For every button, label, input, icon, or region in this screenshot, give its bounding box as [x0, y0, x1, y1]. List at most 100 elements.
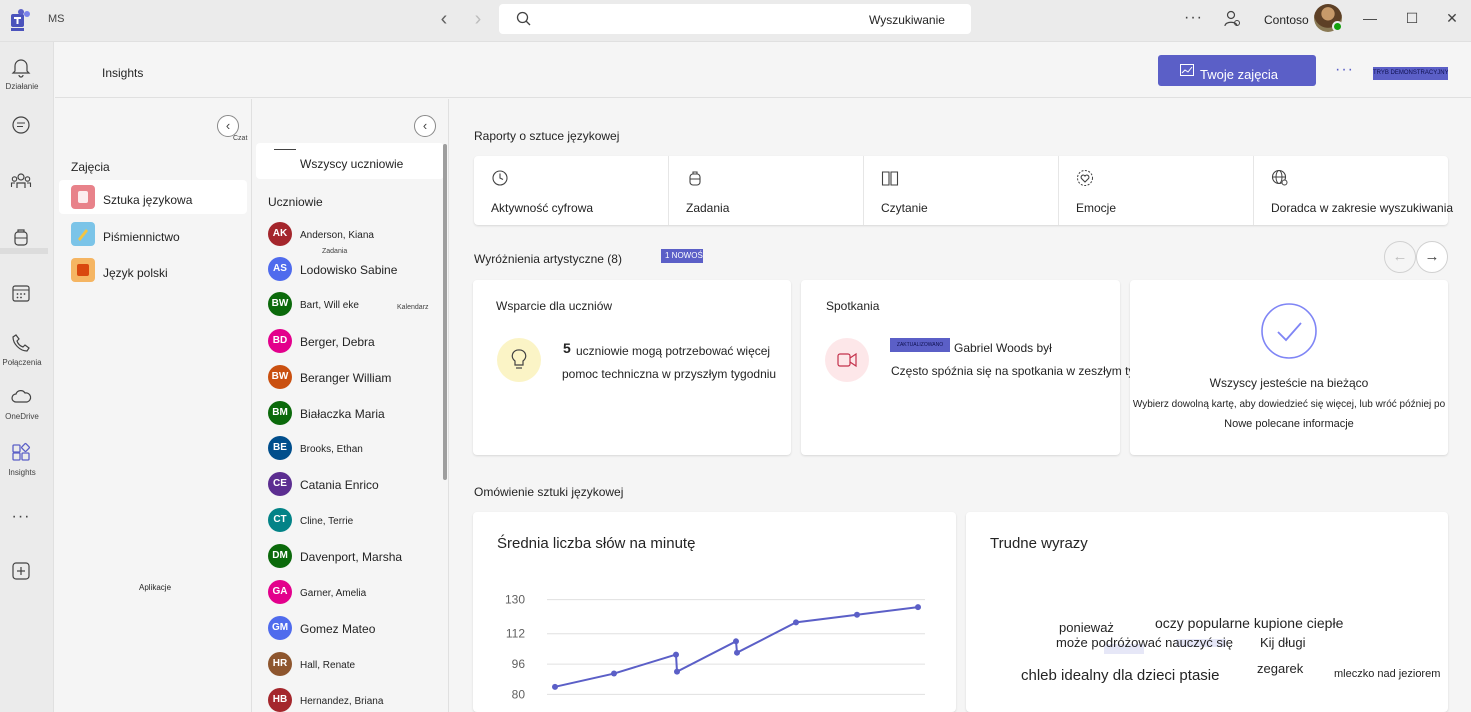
report-reading[interactable]: Czytanie [864, 156, 1059, 225]
search-input[interactable]: Wyszukiwanie [499, 4, 971, 34]
rail-item-teams[interactable] [0, 162, 54, 214]
next-page-button[interactable]: → [1416, 241, 1448, 273]
card-title: Spotkania [826, 299, 880, 313]
your-classes-label: Twoje zajęcia [1200, 67, 1279, 82]
collapse-classes-button[interactable]: ‹ [217, 115, 239, 137]
avatar: AS [268, 257, 292, 281]
student-list-item[interactable]: HR Hall, Renate [268, 652, 443, 682]
data-point[interactable] [673, 651, 679, 658]
class-icon [71, 222, 95, 246]
report-label: Zadania [686, 201, 730, 215]
data-point[interactable] [793, 619, 799, 626]
y-tick-label: 80 [512, 687, 526, 701]
calendar-icon [12, 285, 30, 302]
more-options-icon[interactable]: ··· [1335, 61, 1354, 79]
student-list-item[interactable]: BD Berger, Debra [268, 329, 443, 359]
caught-up-title: Wszyscy jesteście na bieżąco [1209, 376, 1369, 390]
student-list-item[interactable]: DM Davenport, Marsha [268, 544, 443, 574]
data-point[interactable] [611, 670, 617, 677]
student-list-item[interactable]: AK Anderson, Kiana [268, 222, 443, 252]
student-list-item[interactable]: CE Catania Enrico [268, 472, 443, 502]
people-icon[interactable] [1222, 9, 1242, 29]
lightbulb-icon [497, 338, 541, 382]
avatar: GM [268, 616, 292, 640]
teams-logo-icon [11, 9, 30, 31]
student-support-card[interactable]: Wsparcie dla uczniów 5 uczniowie mogą po… [473, 280, 791, 455]
difficult-word: chleb idealny dla dzieci ptasie [1021, 667, 1220, 684]
rail-item-onedrive[interactable]: OneDrive [0, 378, 54, 430]
class-item-polish[interactable]: Język polski [59, 253, 247, 287]
avatar: BD [268, 329, 292, 353]
clock-icon [492, 170, 508, 186]
y-tick-label: 96 [512, 657, 526, 671]
maximize-icon[interactable]: ☐ [1404, 10, 1420, 26]
more-options-icon[interactable]: ··· [1184, 9, 1203, 27]
student-list-item[interactable]: HB Hernandez, Briana [268, 688, 443, 712]
your-classes-button[interactable]: Twoje zajęcia [1158, 55, 1316, 86]
student-list-item[interactable]: GA Garner, Amelia [268, 580, 443, 610]
report-search-coach[interactable]: Doradca w zakresie wyszukiwania [1254, 156, 1453, 225]
meetings-line-2: Często spóźnia się na spotkania w zeszły… [891, 364, 1171, 378]
rail-item-assignments[interactable] [0, 218, 54, 270]
forward-arrow-icon[interactable]: › [466, 8, 490, 32]
previous-page-button[interactable]: ← [1384, 241, 1416, 273]
class-item-language-arts[interactable]: Sztuka językowa [59, 180, 247, 214]
data-point[interactable] [854, 611, 860, 618]
class-item-writing[interactable]: Piśmiennictwo [59, 217, 247, 251]
student-list-item[interactable]: BW Beranger William [268, 365, 443, 395]
student-name: Garner, Amelia [300, 588, 367, 599]
calendar-tooltip: Kalendarz [397, 304, 429, 311]
video-icon [825, 338, 869, 382]
data-point[interactable] [915, 604, 921, 611]
card-title: Trudne wyrazy [990, 535, 1088, 552]
updated-badge: ZAKTUALIZOWANO [890, 338, 950, 352]
support-count: 5 [563, 340, 571, 356]
student-list-item[interactable]: CT Cline, Terrie [268, 508, 443, 538]
report-emotions[interactable]: Emocje [1059, 156, 1254, 225]
data-point[interactable] [733, 638, 739, 645]
data-point[interactable] [674, 668, 680, 675]
avatar: BW [268, 292, 292, 316]
collapse-students-button[interactable]: ‹ [414, 115, 436, 137]
rail-item-calendar[interactable] [0, 274, 54, 326]
student-name: Beranger William [300, 371, 392, 385]
meetings-card[interactable]: Spotkania ZAKTUALIZOWANO Gabriel Woods b… [801, 280, 1170, 455]
bell-icon [11, 59, 31, 78]
data-point[interactable] [552, 683, 558, 690]
words-per-minute-card[interactable]: Średnia liczba słów na minutę 80 96 112 130 [473, 512, 956, 712]
insights-icon [12, 443, 30, 461]
phone-icon [12, 334, 30, 352]
close-icon[interactable]: ✕ [1444, 10, 1460, 26]
student-list-item[interactable]: BE Brooks, Ethan [268, 436, 443, 466]
all-students-item[interactable]: Wszyscy uczniowie [256, 143, 444, 179]
rail-item-more[interactable]: ··· [0, 502, 54, 554]
new-badge: 1 NOWOŚĆ [661, 249, 703, 263]
student-list-item[interactable]: GM Gomez Mateo [268, 616, 443, 646]
student-name: Lodowisko Sabine [300, 263, 398, 277]
report-label: Emocje [1076, 201, 1117, 215]
words-per-minute-chart: 80 96 112 130 [505, 593, 925, 701]
apps-tooltip: Aplikacje [139, 583, 172, 592]
minimize-icon[interactable]: — [1362, 10, 1378, 26]
report-digital-activity[interactable]: Aktywność cyfrowa [474, 156, 669, 225]
rail-item-apps[interactable] [0, 552, 54, 604]
support-line-2: pomoc techniczna w przyszłym tygodniu [562, 367, 777, 381]
student-list-item[interactable]: BM Białaczka Maria [268, 401, 443, 431]
student-list-item[interactable]: AS Lodowisko Sabine [268, 257, 443, 287]
rail-item-chat[interactable] [0, 106, 54, 158]
data-point[interactable] [734, 649, 740, 656]
rail-label: Insights [8, 468, 36, 477]
class-name: Piśmiennictwo [103, 230, 180, 244]
scrollbar[interactable] [443, 144, 447, 480]
student-panel: ‹ Wszyscy uczniowie Uczniowie AK Anderson… [252, 99, 449, 712]
report-assignments[interactable]: Zadania [669, 156, 864, 225]
difficult-words-card[interactable]: Trudne wyrazy ponieważ oczy popularne ku… [966, 512, 1448, 712]
rail-item-insights[interactable]: Insights [0, 434, 54, 486]
add-app-icon [12, 562, 30, 580]
chart-icon [1180, 64, 1194, 76]
difficult-word: ponieważ [1059, 620, 1114, 635]
app-rail: Działanie Połączenia OneDrive Insights ·… [0, 42, 54, 712]
rail-item-activity[interactable]: Działanie [0, 48, 54, 100]
rail-item-calls[interactable]: Połączenia [0, 324, 54, 376]
back-arrow-icon[interactable]: ‹ [432, 8, 456, 32]
